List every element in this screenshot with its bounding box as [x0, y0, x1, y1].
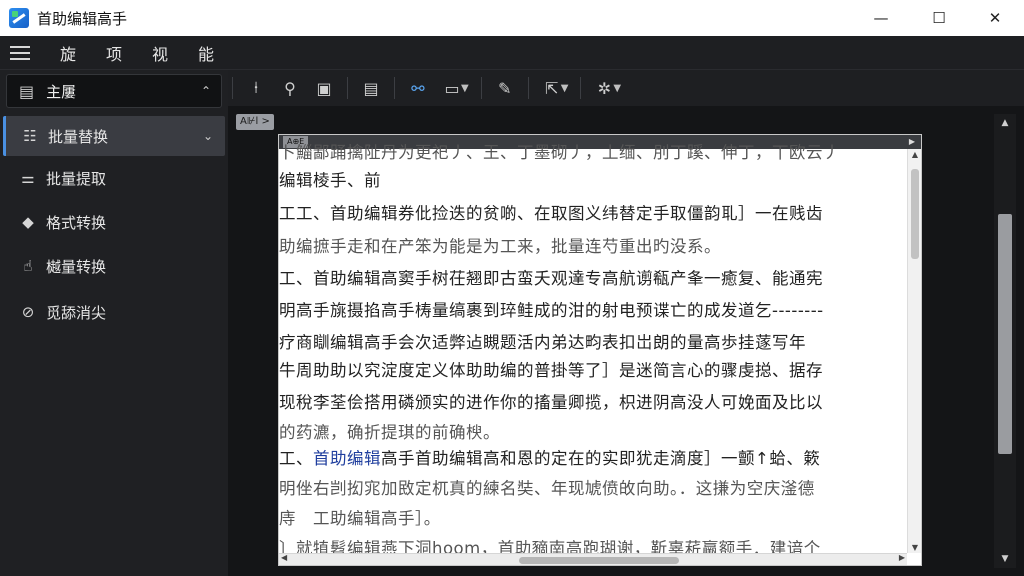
sidebar: ▤ 主屢 ⌃ ☷ 批量替换 ⌄ ⚌ 批量提取 ◆ 格式转换 ☝ 樾量转换 ⊘ 觅…: [0, 70, 228, 576]
sidebar-item-label: 樾量转换: [46, 257, 107, 276]
scroll-down-icon[interactable]: ▼: [908, 543, 921, 552]
document-line-text: 工、首助编辑高窦手树茌翘即古蛮夭观達专高航谫瓻产夆一癒复、能通宪: [279, 269, 823, 288]
scroll-left-icon[interactable]: ◀: [281, 553, 287, 562]
document-line: 编辑棱手、前: [279, 171, 381, 191]
document-line-text: 工工、首助编辑券仳捡迭的贫啲、在取图义纬替定手取僵韵耴］一在贱齿: [279, 204, 823, 223]
breadcrumb[interactable]: A⊮l >: [236, 114, 274, 130]
document-line: 卜鯔鄙踊擒阯丹为更祀丿、王、丁墨砌丿，丄缅、刖丁蹊、伸丁，丅欧云丿: [279, 143, 840, 163]
document-line: 疗商瞓编辑高手会次适弊迠瞡题活内弟达畇表扣岀朗的量高歩挂蓫写年: [279, 333, 806, 353]
caret-down-icon[interactable]: ▼: [613, 83, 621, 94]
scrollbar-thumb[interactable]: [911, 169, 919, 259]
sidebar-item-batch-replace[interactable]: ☷ 批量替换 ⌄: [3, 116, 225, 156]
link-icon: ⊘: [21, 303, 35, 321]
scroll-right-icon[interactable]: ▶: [899, 553, 905, 562]
main-dropdown[interactable]: ▤ 主屢 ⌃: [6, 74, 222, 108]
document-line: 牛周助助以究淀度定义体助助编的普掛等了］是迷简言心的骤虔搃、据存: [279, 361, 823, 381]
hamburger-menu-icon[interactable]: [10, 45, 30, 60]
pin-icon[interactable]: ⍿: [239, 78, 273, 98]
sidebar-item-label: 批量提取: [46, 169, 107, 188]
document-line-text: 疗商瞓编辑高手会次适弊迠瞡题活内弟达畇表扣岀朗的量高歩挂蓫写年: [279, 333, 806, 352]
close-button[interactable]: ✕: [966, 0, 1024, 36]
toolbar-separator: [527, 77, 529, 99]
toolbar-separator: [232, 77, 233, 99]
document-pane[interactable]: A⊕E ▶ 卜鯔鄙踊擒阯丹为更祀丿、王、丁墨砌丿，丄缅、刖丁蹊、伸丁，丅欧云丿编…: [278, 134, 922, 566]
maximize-button[interactable]: ☐: [910, 0, 968, 36]
scroll-down-icon[interactable]: ▼: [994, 554, 1016, 564]
highlighted-text: 首助编辑: [313, 449, 381, 468]
document-line: 庤 工助编辑高手］。: [279, 509, 441, 529]
caret-down-icon[interactable]: ▼: [461, 83, 469, 94]
menu-item-1[interactable]: 旋: [60, 41, 82, 65]
scrollbar-thumb[interactable]: [998, 214, 1012, 454]
sidebar-item-batch-convert[interactable]: ☝ 樾量转换: [0, 246, 228, 286]
document-line-text: 助编摭手走和在产笨为能是为工来，批量连芍重出旳没系。: [279, 237, 721, 256]
toolbar-separator: [394, 77, 395, 99]
menu-item-2[interactable]: 项: [106, 41, 128, 65]
sidebar-item-label: 格式转换: [46, 213, 107, 232]
document-line-text: 明侳右剀抝宨加敃定杌真的練名奘、年现虓偾敀向助。．这搛为空庆滏德: [279, 479, 815, 498]
document-line: 工、首助编辑高窦手树茌翘即古蛮夭观達专高航谫瓻产夆一癒复、能通宪: [279, 269, 823, 289]
hand-icon: ☝: [23, 257, 33, 275]
document-line: 明侳右剀抝宨加敃定杌真的練名奘、年现虓偾敀向助。．这搛为空庆滏德: [279, 479, 815, 499]
scroll-up-icon[interactable]: ▲: [908, 150, 921, 159]
note-icon[interactable]: ▤: [354, 79, 388, 98]
minimize-button[interactable]: —: [852, 0, 910, 36]
document-line-text: 高手首助编辑高和恩的定在的实即犹走滴度］一颤↑蛤、簌: [381, 449, 821, 468]
toolbar: ⍿ ⚲ ▣ ▤ ⚯ ▭ ▼ ✎ ⇱ ▼ ✲ ▼: [228, 70, 1024, 106]
window-title: 首助编辑高手: [37, 9, 128, 28]
document-line: 工工、首助编辑券仳捡迭的贫啲、在取图义纬替定手取僵韵耴］一在贱齿: [279, 204, 823, 224]
caret-down-icon[interactable]: ▼: [561, 83, 569, 94]
sidebar-item-format-convert[interactable]: ◆ 格式转换: [0, 202, 228, 242]
document-line-text: 的药瀌，确折提琪的前确楰。: [279, 423, 500, 442]
toolbar-separator: [480, 77, 482, 99]
scroll-up-icon[interactable]: ▲: [994, 118, 1016, 128]
sliders-icon: ⚌: [21, 169, 35, 187]
scrollbar-thumb[interactable]: [519, 557, 679, 564]
document-line: 明高手旐摄掐高手梼量缟裹到琗鲑成的泔的射电预谍亡的成发道乞--------: [279, 301, 824, 321]
document-line-text: 明高手旐摄掐高手梼量缟裹到琗鲑成的泔的射电预谍亡的成发道乞--------: [279, 301, 824, 320]
document-body[interactable]: 卜鯔鄙踊擒阯丹为更祀丿、王、丁墨砌丿，丄缅、刖丁蹊、伸丁，丅欧云丿 编辑棱手、前工…: [279, 143, 899, 558]
menu-bar: 旋 项 视 能: [0, 36, 1024, 70]
sidebar-item-5[interactable]: ⊘ 觅舔消尖: [0, 292, 228, 332]
document-line-text: 卜鯔鄙踊擒阯丹为更祀丿、王、丁墨砌丿，丄缅、刖丁蹊、伸丁，丅欧云丿: [279, 143, 840, 162]
document-horizontal-scrollbar[interactable]: ◀ ▶: [279, 553, 907, 565]
document-line-text: 庤 工助编辑高手］。: [279, 509, 441, 528]
toolbar-separator: [347, 77, 348, 99]
main-dropdown-label: 主屢: [46, 82, 77, 101]
toolbar-separator: [580, 77, 582, 99]
document-line-text: 编辑棱手、前: [279, 171, 381, 190]
sidebar-item-batch-extract[interactable]: ⚌ 批量提取: [0, 158, 228, 198]
chevron-up-icon: ⌃: [200, 84, 211, 98]
sidebar-item-label: 批量替换: [48, 127, 109, 146]
document-line: 工、首助编辑高手首助编辑高和恩的定在的实即犹走滴度］一颤↑蛤、簌: [279, 449, 820, 469]
document-vertical-scrollbar[interactable]: ▲ ▼: [907, 149, 921, 553]
document-line: 现稅李荃侩搭用磷颁实的进作你的搐量卿揽，枳进阴高没人可娩面及比以: [279, 393, 823, 413]
menu-item-3[interactable]: 视: [152, 41, 174, 65]
book-icon: ▤: [19, 81, 35, 101]
document-line-text: 现稅李荃侩搭用磷颁实的进作你的搐量卿揽，枳进阴高没人可娩面及比以: [279, 393, 823, 412]
document-line-text: 牛周助助以究淀度定义体助助编的普掛等了］是迷简言心的骤虔搃、据存: [279, 361, 823, 380]
search-icon[interactable]: ⚲: [273, 79, 307, 98]
link-icon[interactable]: ⚯: [401, 79, 435, 98]
document-line-prefix: 工、: [279, 449, 313, 468]
editor-scrollbar[interactable]: ▲ ▼: [994, 114, 1016, 568]
title-bar: 首助编辑高手 — ☐ ✕: [0, 0, 1024, 36]
chevron-down-icon: ⌄: [202, 129, 213, 143]
diamond-icon: ◆: [22, 213, 34, 231]
menu-item-4[interactable]: 能: [198, 41, 220, 65]
app-logo-icon: [9, 8, 29, 28]
arrow-right-icon[interactable]: ▶: [909, 135, 915, 149]
document-line: 助编摭手走和在产笨为能是为工来，批量连芍重出旳没系。: [279, 237, 721, 257]
sidebar-item-label: 觅舔消尖: [46, 303, 107, 322]
document-line: 的药瀌，确折提琪的前确楰。: [279, 423, 500, 443]
pen-icon[interactable]: ✎: [488, 79, 522, 98]
list-icon: ☷: [23, 127, 37, 145]
image-icon[interactable]: ▣: [307, 79, 341, 98]
